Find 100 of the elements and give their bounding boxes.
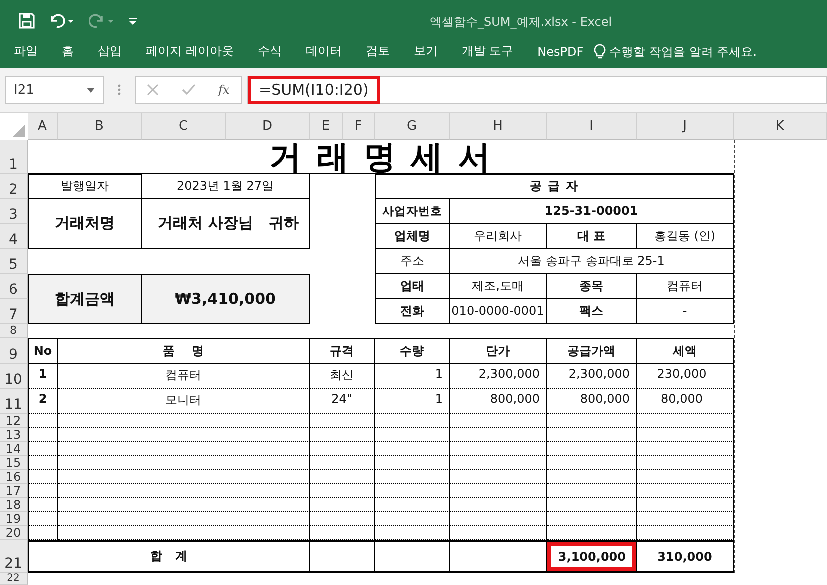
row-header[interactable]: 4 xyxy=(0,224,28,249)
item-number: 2 xyxy=(28,389,58,414)
row-header[interactable]: 1 xyxy=(0,140,28,174)
formula-text[interactable]: =SUM(I10:I20) xyxy=(248,76,380,104)
issue-date-label: 발행일자 xyxy=(28,174,142,199)
supplier-label: 팩스 xyxy=(547,299,637,324)
item-name: 모니터 xyxy=(58,389,310,414)
checkmark-icon[interactable] xyxy=(182,84,196,96)
supplier-label: 업체명 xyxy=(375,224,450,249)
ribbon-tab[interactable]: 파일 xyxy=(14,43,38,60)
column-heading: 수량 xyxy=(375,338,450,364)
row-header[interactable]: 8 xyxy=(0,324,28,338)
lightbulb-icon xyxy=(594,44,606,60)
client-label: 거래처명 xyxy=(28,199,142,249)
ribbon-tab[interactable]: 삽입 xyxy=(98,43,122,60)
ribbon-tab[interactable]: NesPDF xyxy=(538,44,584,58)
supplier-label: 주소 xyxy=(375,249,450,274)
name-box[interactable]: I21 xyxy=(5,76,104,104)
row-header[interactable]: 16 xyxy=(0,470,28,484)
row-header[interactable]: 13 xyxy=(0,428,28,442)
column-header[interactable]: J xyxy=(637,113,734,140)
unit-price: 800,000 xyxy=(450,389,547,414)
supplier-label: 종목 xyxy=(547,274,637,299)
row-header[interactable]: 19 xyxy=(0,512,28,526)
ribbon-tab[interactable]: 페이지 레이아웃 xyxy=(146,43,234,60)
item-quantity: 1 xyxy=(375,389,450,414)
supplier-label: 전화 xyxy=(375,299,450,324)
column-heading: 단가 xyxy=(450,338,547,364)
item-quantity: 1 xyxy=(375,364,450,389)
ribbon-tab[interactable]: 검토 xyxy=(366,43,390,60)
customize-caret-icon[interactable] xyxy=(129,16,137,24)
row-header[interactable]: 2 xyxy=(0,174,28,199)
row-header[interactable]: 21 xyxy=(0,540,28,573)
total-supply-amount: 3,100,000 xyxy=(547,540,637,573)
row-header[interactable]: 6 xyxy=(0,274,28,299)
column-header[interactable]: H xyxy=(450,113,547,140)
column-heading: 규격 xyxy=(310,338,375,364)
ribbon-tab[interactable]: 데이터 xyxy=(306,43,342,60)
row-header[interactable]: 12 xyxy=(0,414,28,428)
row-header[interactable]: 22 xyxy=(0,573,28,585)
column-header[interactable]: I xyxy=(547,113,637,140)
row-header[interactable]: 11 xyxy=(0,389,28,414)
ribbon-tab[interactable]: 개발 도구 xyxy=(462,43,514,60)
row-header[interactable]: 7 xyxy=(0,299,28,324)
tell-me-field[interactable]: 수행할 작업을 알려 주세요. xyxy=(610,44,770,58)
column-header[interactable]: F xyxy=(343,113,375,140)
column-header[interactable]: E xyxy=(310,113,343,140)
supply-amount: 2,300,000 xyxy=(547,364,637,389)
insert-function-label[interactable]: fx xyxy=(218,83,230,97)
empty-cell xyxy=(310,512,375,526)
ribbon-tab[interactable]: 보기 xyxy=(414,43,438,60)
ceo-name: 홍길동 (인) xyxy=(637,224,734,249)
empty-cell xyxy=(310,540,375,573)
fax-number: - xyxy=(637,299,734,324)
empty-cell xyxy=(310,456,375,470)
empty-cell xyxy=(310,414,375,428)
business-number: 125-31-00001 xyxy=(450,199,734,224)
supplier-label: 대 표 xyxy=(547,224,637,249)
business-type: 제조,도매 xyxy=(450,274,547,299)
column-header[interactable]: C xyxy=(142,113,226,140)
row-header[interactable]: 15 xyxy=(0,456,28,470)
supplier-label: 업태 xyxy=(375,274,450,299)
client-name: 거래처 사장님 귀하 xyxy=(142,199,310,249)
window-title: 엑셀함수_SUM_예제.xlsx - Excel xyxy=(430,14,612,31)
empty-cell xyxy=(310,428,375,442)
ribbon-tab[interactable]: 홈 xyxy=(62,43,74,60)
row-header[interactable]: 20 xyxy=(0,526,28,540)
column-heading: 공급가액 xyxy=(547,338,637,364)
column-header[interactable]: B xyxy=(58,113,142,140)
undo-icon[interactable] xyxy=(49,12,75,28)
column-heading: 품 명 xyxy=(58,338,310,364)
item-number: 1 xyxy=(28,364,58,389)
unit-price: 2,300,000 xyxy=(450,364,547,389)
company-name: 우리회사 xyxy=(450,224,547,249)
empty-cell xyxy=(310,442,375,456)
supplier-heading: 공 급 자 xyxy=(375,174,734,199)
row-header[interactable]: 5 xyxy=(0,249,28,274)
row-header[interactable]: 17 xyxy=(0,484,28,498)
row-header[interactable]: 14 xyxy=(0,442,28,456)
item-spec: 최신 xyxy=(310,364,375,389)
total-tax-amount: 310,000 xyxy=(637,540,734,573)
invoice-title: 거 래 명 세 서 xyxy=(28,140,734,174)
drag-handle-icon[interactable] xyxy=(118,84,121,96)
cancel-icon[interactable] xyxy=(147,84,160,96)
column-header[interactable]: D xyxy=(226,113,310,140)
column-header[interactable]: K xyxy=(734,113,827,140)
row-header[interactable]: 10 xyxy=(0,364,28,389)
empty-cell xyxy=(310,526,375,540)
supplier-label: 사업자번호 xyxy=(375,199,450,224)
item-name: 컴퓨터 xyxy=(58,364,310,389)
row-header[interactable]: 9 xyxy=(0,338,28,364)
row-header[interactable]: 18 xyxy=(0,498,28,512)
ribbon-tab[interactable]: 수식 xyxy=(258,43,282,60)
save-icon[interactable] xyxy=(19,12,35,28)
row-header[interactable]: 3 xyxy=(0,199,28,224)
item-spec: 24" xyxy=(310,389,375,414)
column-header[interactable]: A xyxy=(28,113,58,140)
total-label: 합계금액 xyxy=(28,274,142,324)
select-all-icon[interactable] xyxy=(13,125,25,137)
column-header[interactable]: G xyxy=(375,113,450,140)
